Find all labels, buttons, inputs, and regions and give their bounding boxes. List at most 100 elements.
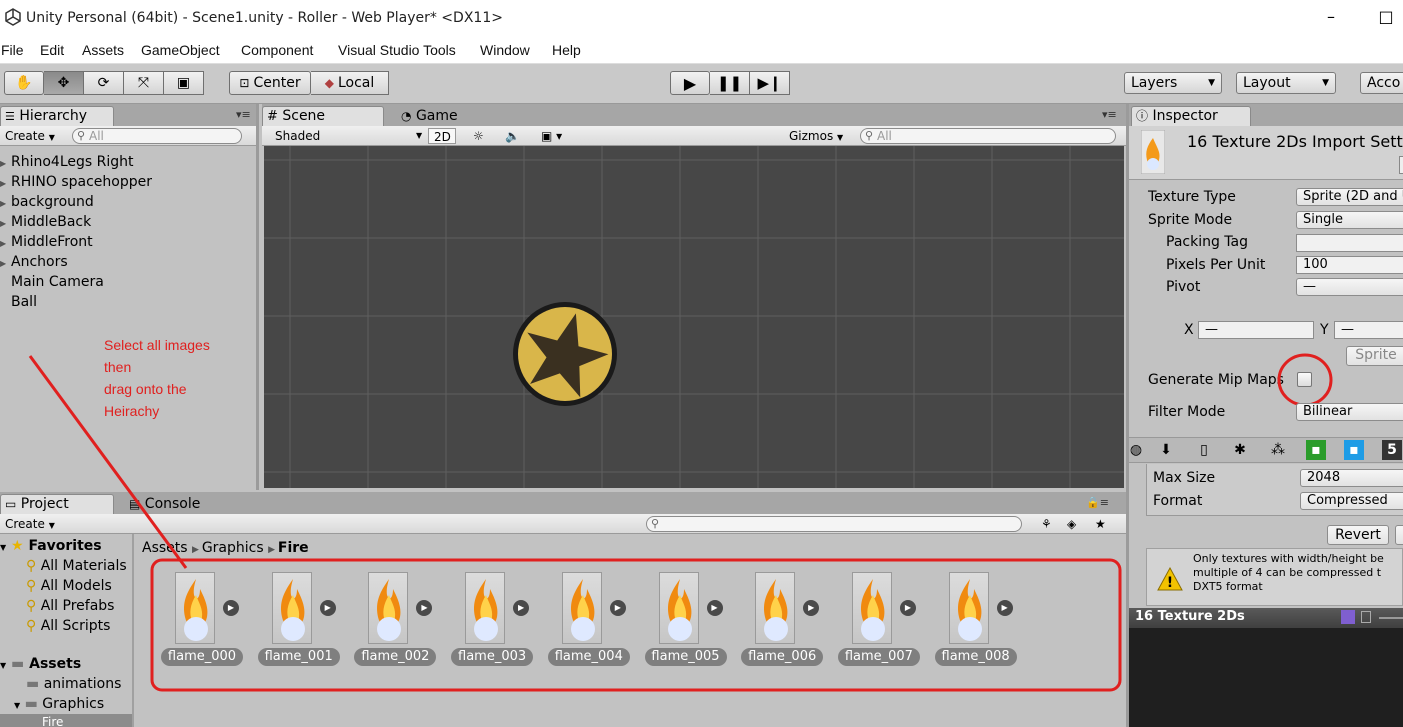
audio-icon[interactable]: 🔈 xyxy=(500,128,520,144)
expand-sprite-icon[interactable]: ▶ xyxy=(706,600,723,616)
minimize-button[interactable]: – xyxy=(1322,8,1340,26)
folder-animations[interactable]: ▬ animations xyxy=(26,676,121,692)
favorite-all-materials[interactable]: ⚲ All Materials xyxy=(26,558,127,574)
menu-component[interactable]: Component xyxy=(241,42,313,58)
hierarchy-item[interactable]: Ball xyxy=(0,294,37,310)
expand-sprite-icon[interactable]: ▶ xyxy=(513,600,530,616)
rotate-tool-button[interactable]: ⟳ xyxy=(84,71,124,95)
filter-by-type-icon[interactable]: ⚘ xyxy=(1036,516,1052,532)
blackberry-icon[interactable]: ⁂ xyxy=(1268,440,1288,460)
panel-menu-icon[interactable]: ▾≡ xyxy=(1102,108,1117,121)
expand-sprite-icon[interactable]: ▶ xyxy=(223,600,239,616)
hierarchy-search-input[interactable]: ⚲ All xyxy=(72,128,242,144)
maximize-button[interactable]: □ xyxy=(1377,8,1395,26)
hierarchy-item[interactable]: ▶ RHINO spacehopper xyxy=(0,174,152,190)
tab-game[interactable]: ◔ Game xyxy=(396,106,476,126)
expand-sprite-icon[interactable]: ▶ xyxy=(996,600,1013,616)
breadcrumb-fire[interactable]: Fire xyxy=(278,540,309,556)
tab-scene[interactable]: # Scene xyxy=(262,106,384,126)
expand-triangle-icon[interactable]: ▶ xyxy=(0,239,11,248)
format-dropdown[interactable]: Compressed xyxy=(1300,492,1403,510)
play-button[interactable]: ▶ xyxy=(670,71,710,95)
shading-mode-dropdown[interactable]: Shaded ▼ xyxy=(270,128,422,144)
windows-store-icon[interactable]: ▪ xyxy=(1344,440,1364,460)
flame-thumbnail[interactable] xyxy=(948,572,989,644)
panel-menu-icon[interactable]: ▾≡ xyxy=(236,108,251,121)
assets-root-folder[interactable]: ▼ ▬ Assets xyxy=(0,656,81,672)
menu-help[interactable]: Help xyxy=(552,42,581,58)
menu-window[interactable]: Window xyxy=(480,42,530,58)
scale-tool-button[interactable]: ⤧ xyxy=(124,71,164,95)
expand-triangle-icon[interactable]: ▶ xyxy=(0,259,11,268)
expand-sprite-icon[interactable]: ▶ xyxy=(319,600,336,616)
breadcrumb-graphics[interactable]: Graphics xyxy=(202,540,264,556)
flame-thumbnail[interactable] xyxy=(755,572,796,644)
project-create-dropdown[interactable]: Create ▼ xyxy=(0,516,55,532)
expand-triangle-icon[interactable]: ▶ xyxy=(0,159,11,168)
layers-dropdown[interactable]: Layers ▼ xyxy=(1124,72,1222,94)
download-icon[interactable]: ⬇ xyxy=(1156,440,1176,460)
html5-icon[interactable]: 5 xyxy=(1382,440,1402,460)
asset-file-label[interactable]: flame_001 xyxy=(257,648,340,666)
menu-file[interactable]: File xyxy=(1,42,24,58)
sprite-editor-button[interactable]: Sprite xyxy=(1346,346,1403,366)
project-search-input[interactable]: ⚲ xyxy=(646,516,1022,532)
asset-file-label[interactable]: flame_007 xyxy=(837,648,920,666)
sprite-mode-dropdown[interactable]: Single xyxy=(1296,211,1403,229)
hierarchy-create-dropdown[interactable]: Create ▼ xyxy=(0,128,55,144)
menu-edit[interactable]: Edit xyxy=(40,42,64,58)
favorites-header[interactable]: ▼ ★ Favorites xyxy=(0,538,102,554)
asset-file-label[interactable]: flame_006 xyxy=(741,648,824,666)
pixels-per-unit-input[interactable]: 100 xyxy=(1296,256,1403,274)
folder-fire-selected[interactable]: Fire xyxy=(0,714,132,727)
menu-visual-studio-tools[interactable]: Visual Studio Tools xyxy=(338,42,456,58)
hand-tool-button[interactable]: ✋ xyxy=(4,71,44,95)
menu-assets[interactable]: Assets xyxy=(82,42,124,58)
pivot-x-input[interactable]: — xyxy=(1198,321,1314,339)
android-icon[interactable]: ✱ xyxy=(1230,440,1250,460)
favorite-all-scripts[interactable]: ⚲ All Scripts xyxy=(26,618,110,634)
asset-file-label[interactable]: flame_005 xyxy=(644,648,727,666)
xbox-icon[interactable]: ▪ xyxy=(1306,440,1326,460)
texture-type-dropdown[interactable]: Sprite (2D and U xyxy=(1296,188,1403,206)
layout-dropdown[interactable]: Layout ▼ xyxy=(1236,72,1336,94)
scene-search-input[interactable]: ⚲ All xyxy=(860,128,1116,144)
effects-icon[interactable]: ▣ ▾ xyxy=(536,128,562,144)
lock-icon[interactable]: 🔒≡ xyxy=(1086,496,1109,509)
favorite-star-icon[interactable]: ★ xyxy=(1090,516,1106,532)
rect-tool-button[interactable]: ▣ xyxy=(164,71,204,95)
ball-sprite[interactable] xyxy=(513,302,617,406)
mip-slider[interactable] xyxy=(1379,617,1403,619)
account-dropdown[interactable]: Acco xyxy=(1360,72,1403,94)
favorite-all-prefabs[interactable]: ⚲ All Prefabs xyxy=(26,598,114,614)
asset-file-label[interactable]: flame_008 xyxy=(934,648,1017,666)
hierarchy-item[interactable]: Main Camera xyxy=(0,274,104,290)
hierarchy-item[interactable]: ▶ background xyxy=(0,194,94,210)
asset-file-label[interactable]: flame_000 xyxy=(161,648,243,666)
revert-button[interactable]: Revert xyxy=(1327,525,1389,545)
mobile-icon[interactable]: ▯ xyxy=(1194,440,1214,460)
tab-project[interactable]: ▭ Project xyxy=(0,494,114,514)
expand-triangle-icon[interactable]: ▶ xyxy=(0,199,11,208)
asset-file-label[interactable]: flame_002 xyxy=(354,648,437,666)
expand-triangle-icon[interactable]: ▶ xyxy=(0,179,11,188)
expand-triangle-icon[interactable]: ▶ xyxy=(0,219,11,228)
globe-icon[interactable]: ◍ xyxy=(1126,440,1146,460)
menu-gameobject[interactable]: GameObject xyxy=(141,42,220,58)
pivot-dropdown[interactable]: — xyxy=(1296,278,1403,296)
gizmos-dropdown[interactable]: Gizmos ▼ xyxy=(784,128,843,144)
packing-tag-input[interactable] xyxy=(1296,234,1403,252)
2d-toggle-button[interactable]: 2D xyxy=(428,128,456,144)
folder-graphics[interactable]: ▼ ▬ Graphics xyxy=(14,696,104,712)
pivot-y-input[interactable]: — xyxy=(1334,321,1403,339)
open-button[interactable] xyxy=(1399,156,1403,174)
flame-thumbnail[interactable] xyxy=(658,572,699,644)
flame-thumbnail[interactable] xyxy=(368,572,409,644)
asset-file-label[interactable]: flame_003 xyxy=(451,648,534,666)
apply-button[interactable] xyxy=(1395,525,1403,545)
tab-console[interactable]: ▤ Console xyxy=(124,494,214,514)
breadcrumb-assets[interactable]: Assets xyxy=(142,540,188,556)
checker-icon[interactable] xyxy=(1341,610,1355,624)
scene-viewport[interactable] xyxy=(264,146,1124,488)
tab-hierarchy[interactable]: ☰ Hierarchy xyxy=(0,106,114,126)
